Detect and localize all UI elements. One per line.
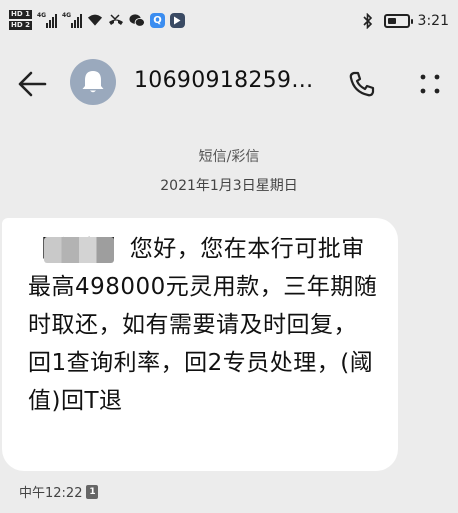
message-time: 中午12:22: [19, 486, 83, 501]
status-bar: HD 1 HD 2 4G 4G Q 3:21: [0, 0, 458, 50]
more-dots-icon: [420, 74, 440, 94]
contact-avatar[interactable]: [70, 59, 116, 105]
play-app-icon: [169, 12, 185, 28]
sim-card-badge: 1: [86, 484, 99, 499]
status-right: 3:21: [360, 13, 449, 29]
network-type-2: 4G: [61, 12, 72, 19]
bluetooth-icon: [360, 13, 376, 29]
hd-indicators: HD 1 HD 2: [9, 10, 32, 30]
status-clock: 3:21: [417, 13, 449, 29]
hd2-badge: HD 2: [9, 21, 32, 30]
wechat-icon: [129, 12, 145, 28]
contact-number-title[interactable]: 10690918259…: [134, 68, 314, 93]
status-left: HD 1 HD 2 4G 4G Q: [9, 10, 185, 30]
message-timestamp: 中午12:22 1: [19, 482, 99, 501]
back-arrow-icon: [18, 71, 47, 97]
more-options-button[interactable]: [412, 66, 448, 102]
wifi-icon: [87, 12, 103, 28]
message-type-label: 短信/彩信: [198, 149, 260, 165]
back-button[interactable]: [14, 66, 50, 102]
q-app-icon: Q: [149, 12, 165, 28]
signal-sim2-icon: 4G: [62, 12, 82, 28]
battery-icon: [383, 14, 413, 28]
bell-avatar-icon: [82, 71, 104, 93]
conversation-header: 10690918259…: [0, 54, 458, 114]
network-type-1: 4G: [36, 12, 47, 19]
message-bubble[interactable]: 【 银行】您好，您在本行可批审最高498000元灵用款，三年期随时取还，如有需要…: [2, 218, 398, 471]
phone-icon: [349, 71, 375, 97]
hd1-badge: HD 1: [9, 10, 32, 19]
sms-conversation-screen: HD 1 HD 2 4G 4G Q 3:21 10690918259… 短信/彩…: [0, 0, 458, 513]
conversation-date: 2021年1月3日星期日: [160, 178, 298, 194]
call-button[interactable]: [344, 66, 380, 102]
redacted-block: [44, 237, 114, 263]
signal-sim1-icon: 4G: [37, 12, 57, 28]
missed-call-icon: [108, 12, 124, 28]
